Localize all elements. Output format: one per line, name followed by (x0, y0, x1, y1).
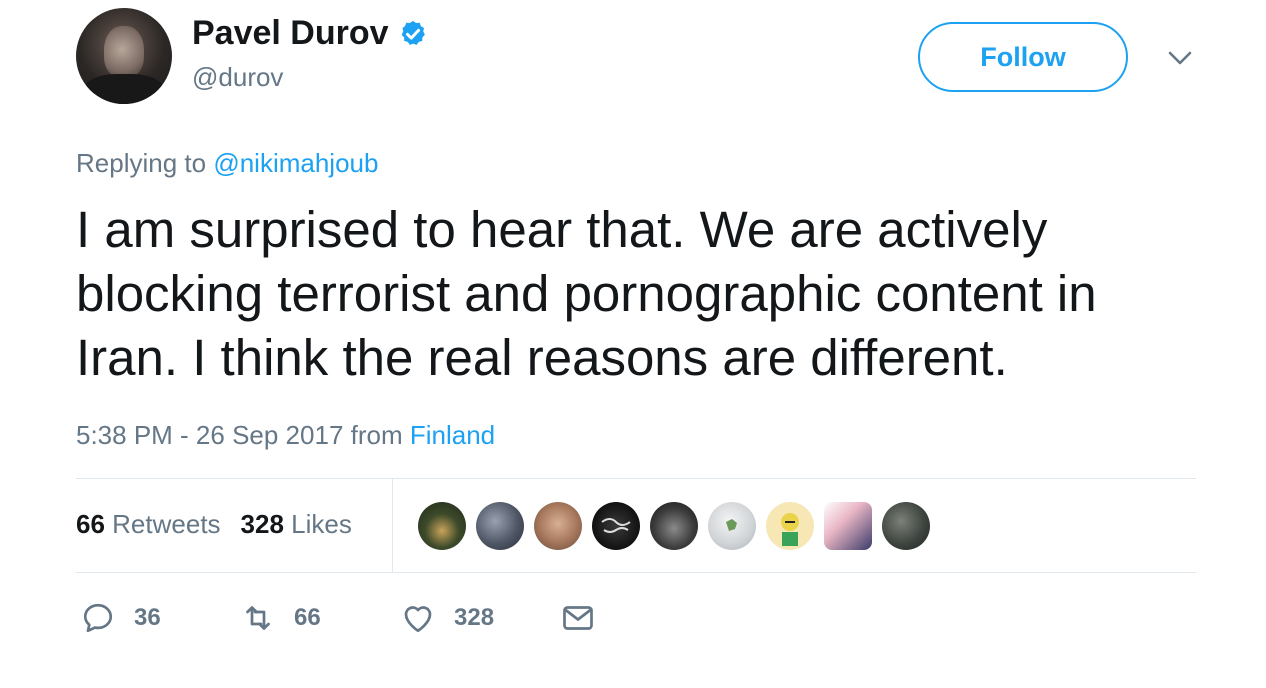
author-name-text: Pavel Durov (192, 14, 389, 52)
likes-stat[interactable]: 328 Likes (241, 509, 352, 540)
cartoon-character-icon (781, 513, 799, 546)
reply-icon (83, 603, 113, 633)
tweet-action-bar: 36 66 328 (76, 598, 676, 640)
stats-vertical-divider (392, 479, 393, 573)
like-button[interactable]: 328 (400, 598, 494, 638)
liker-avatar[interactable] (534, 502, 582, 550)
liker-avatar[interactable] (766, 502, 814, 550)
divider-top (76, 478, 1196, 479)
reply-button[interactable]: 36 (80, 598, 161, 638)
liker-avatar[interactable] (824, 502, 872, 550)
retweet-button[interactable]: 66 (240, 598, 321, 638)
direct-message-button[interactable] (560, 598, 596, 638)
liker-avatar[interactable] (476, 502, 524, 550)
reply-context-prefix: Replying to (76, 148, 207, 178)
heart-icon (404, 606, 432, 633)
follow-button[interactable]: Follow (918, 22, 1128, 92)
tweet-text: I am surprised to hear that. We are acti… (76, 201, 1097, 386)
retweet-count: 66 (294, 604, 321, 631)
chevron-down-icon[interactable] (1166, 46, 1194, 70)
author-handle[interactable]: @durov (192, 62, 283, 93)
liker-avatar[interactable] (708, 502, 756, 550)
verified-badge-icon (401, 20, 425, 45)
likes-stat-count: 328 (240, 509, 284, 539)
author-avatar[interactable] (76, 8, 172, 104)
avatar-face (104, 26, 144, 78)
retweets-stat-count: 66 (76, 509, 105, 539)
location-link[interactable]: Finland (410, 420, 495, 450)
like-count: 328 (454, 604, 495, 631)
map-icon (726, 519, 737, 531)
retweet-icon (246, 606, 270, 630)
liker-avatar[interactable] (882, 502, 930, 550)
tweet-stats: 66 Retweets 328 Likes (76, 509, 352, 540)
liker-avatar[interactable] (592, 502, 640, 550)
liker-avatar[interactable] (418, 502, 466, 550)
reply-count: 36 (134, 604, 161, 631)
divider-bottom (76, 572, 1196, 573)
retweets-stat[interactable]: 66 Retweets (76, 509, 221, 540)
reply-mention-link[interactable]: @nikimahjoub (213, 148, 378, 178)
avatar-shoulders (84, 74, 164, 104)
retweets-stat-label: Retweets (112, 509, 221, 539)
likes-stat-label: Likes (291, 509, 352, 539)
calligraphy-icon (601, 518, 631, 533)
timestamp-text[interactable]: 5:38 PM - 26 Sep 2017 from (76, 420, 403, 450)
author-display-name[interactable]: Pavel Durov (192, 14, 428, 53)
liker-avatar[interactable] (650, 502, 698, 550)
reply-context: Replying to @nikimahjoub (76, 148, 378, 179)
envelope-icon (563, 606, 593, 630)
tweet-timestamp: 5:38 PM - 26 Sep 2017 from Finland (76, 420, 495, 451)
